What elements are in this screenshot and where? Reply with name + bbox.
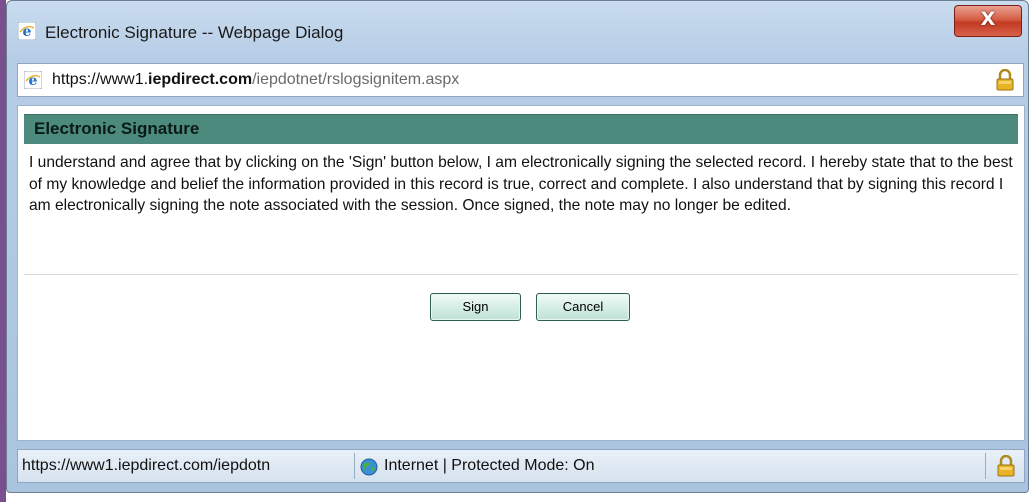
cancel-button[interactable]: Cancel (536, 293, 630, 321)
close-button[interactable]: X (954, 5, 1022, 37)
close-icon: X (980, 8, 996, 30)
status-separator (354, 453, 355, 479)
address-path: /iepdotnet/rslogsignitem.aspx (252, 71, 460, 88)
title-bar[interactable]: e Electronic Signature -- Webpage Dialog… (7, 1, 1028, 53)
agreement-text: I understand and agree that by clicking … (29, 154, 1013, 215)
dialog-content: Electronic Signature I understand and ag… (17, 105, 1025, 441)
status-lock-icon[interactable] (996, 455, 1016, 477)
dialog-window: e Electronic Signature -- Webpage Dialog… (6, 0, 1029, 493)
lock-icon[interactable] (995, 69, 1015, 91)
address-protocol: https://www1. (52, 71, 149, 88)
section-title: Electronic Signature (34, 119, 200, 138)
address-bar[interactable]: e https://www1.iepdirect.com/iepdotnet/r… (17, 63, 1024, 97)
ie-icon: e (18, 22, 36, 40)
ie-page-icon: e (24, 71, 42, 89)
security-zone[interactable]: Internet | Protected Mode: On (384, 457, 595, 475)
address-url: https://www1.iepdirect.com/iepdotnet/rsl… (52, 71, 459, 89)
address-domain: iepdirect.com (148, 71, 253, 88)
divider (24, 274, 1018, 275)
globe-icon (360, 458, 378, 476)
window-title: Electronic Signature -- Webpage Dialog (45, 23, 344, 42)
section-header: Electronic Signature (24, 114, 1018, 144)
status-bar: https://www1.iepdirect.com/iepdotn Inter… (17, 449, 1025, 483)
sign-button[interactable]: Sign (430, 293, 521, 321)
status-separator-right (985, 453, 986, 479)
status-url: https://www1.iepdirect.com/iepdotn (22, 457, 271, 474)
